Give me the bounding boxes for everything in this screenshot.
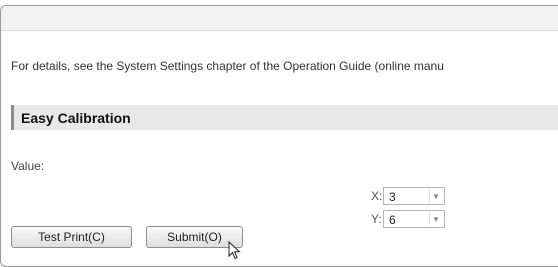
panel-top-bar	[1, 6, 558, 31]
x-select[interactable]: 3 ▼	[383, 187, 445, 205]
y-row: Y: 6 ▼	[371, 210, 445, 228]
y-select[interactable]: 6 ▼	[383, 210, 445, 228]
section-header: Easy Calibration	[11, 105, 558, 130]
x-row: X: 3 ▼	[371, 187, 445, 205]
chevron-down-icon: ▼	[429, 190, 442, 202]
chevron-down-icon: ▼	[429, 213, 442, 225]
section-title: Easy Calibration	[21, 110, 131, 126]
settings-panel: For details, see the System Settings cha…	[0, 5, 558, 267]
test-print-button[interactable]: Test Print(C)	[11, 226, 132, 248]
x-label: X:	[371, 189, 383, 203]
y-select-value: 6	[389, 213, 396, 227]
details-text: For details, see the System Settings cha…	[11, 59, 444, 73]
x-select-value: 3	[389, 190, 396, 204]
value-label: Value:	[11, 159, 45, 173]
mouse-pointer-icon	[228, 241, 241, 260]
y-label: Y:	[371, 212, 382, 226]
